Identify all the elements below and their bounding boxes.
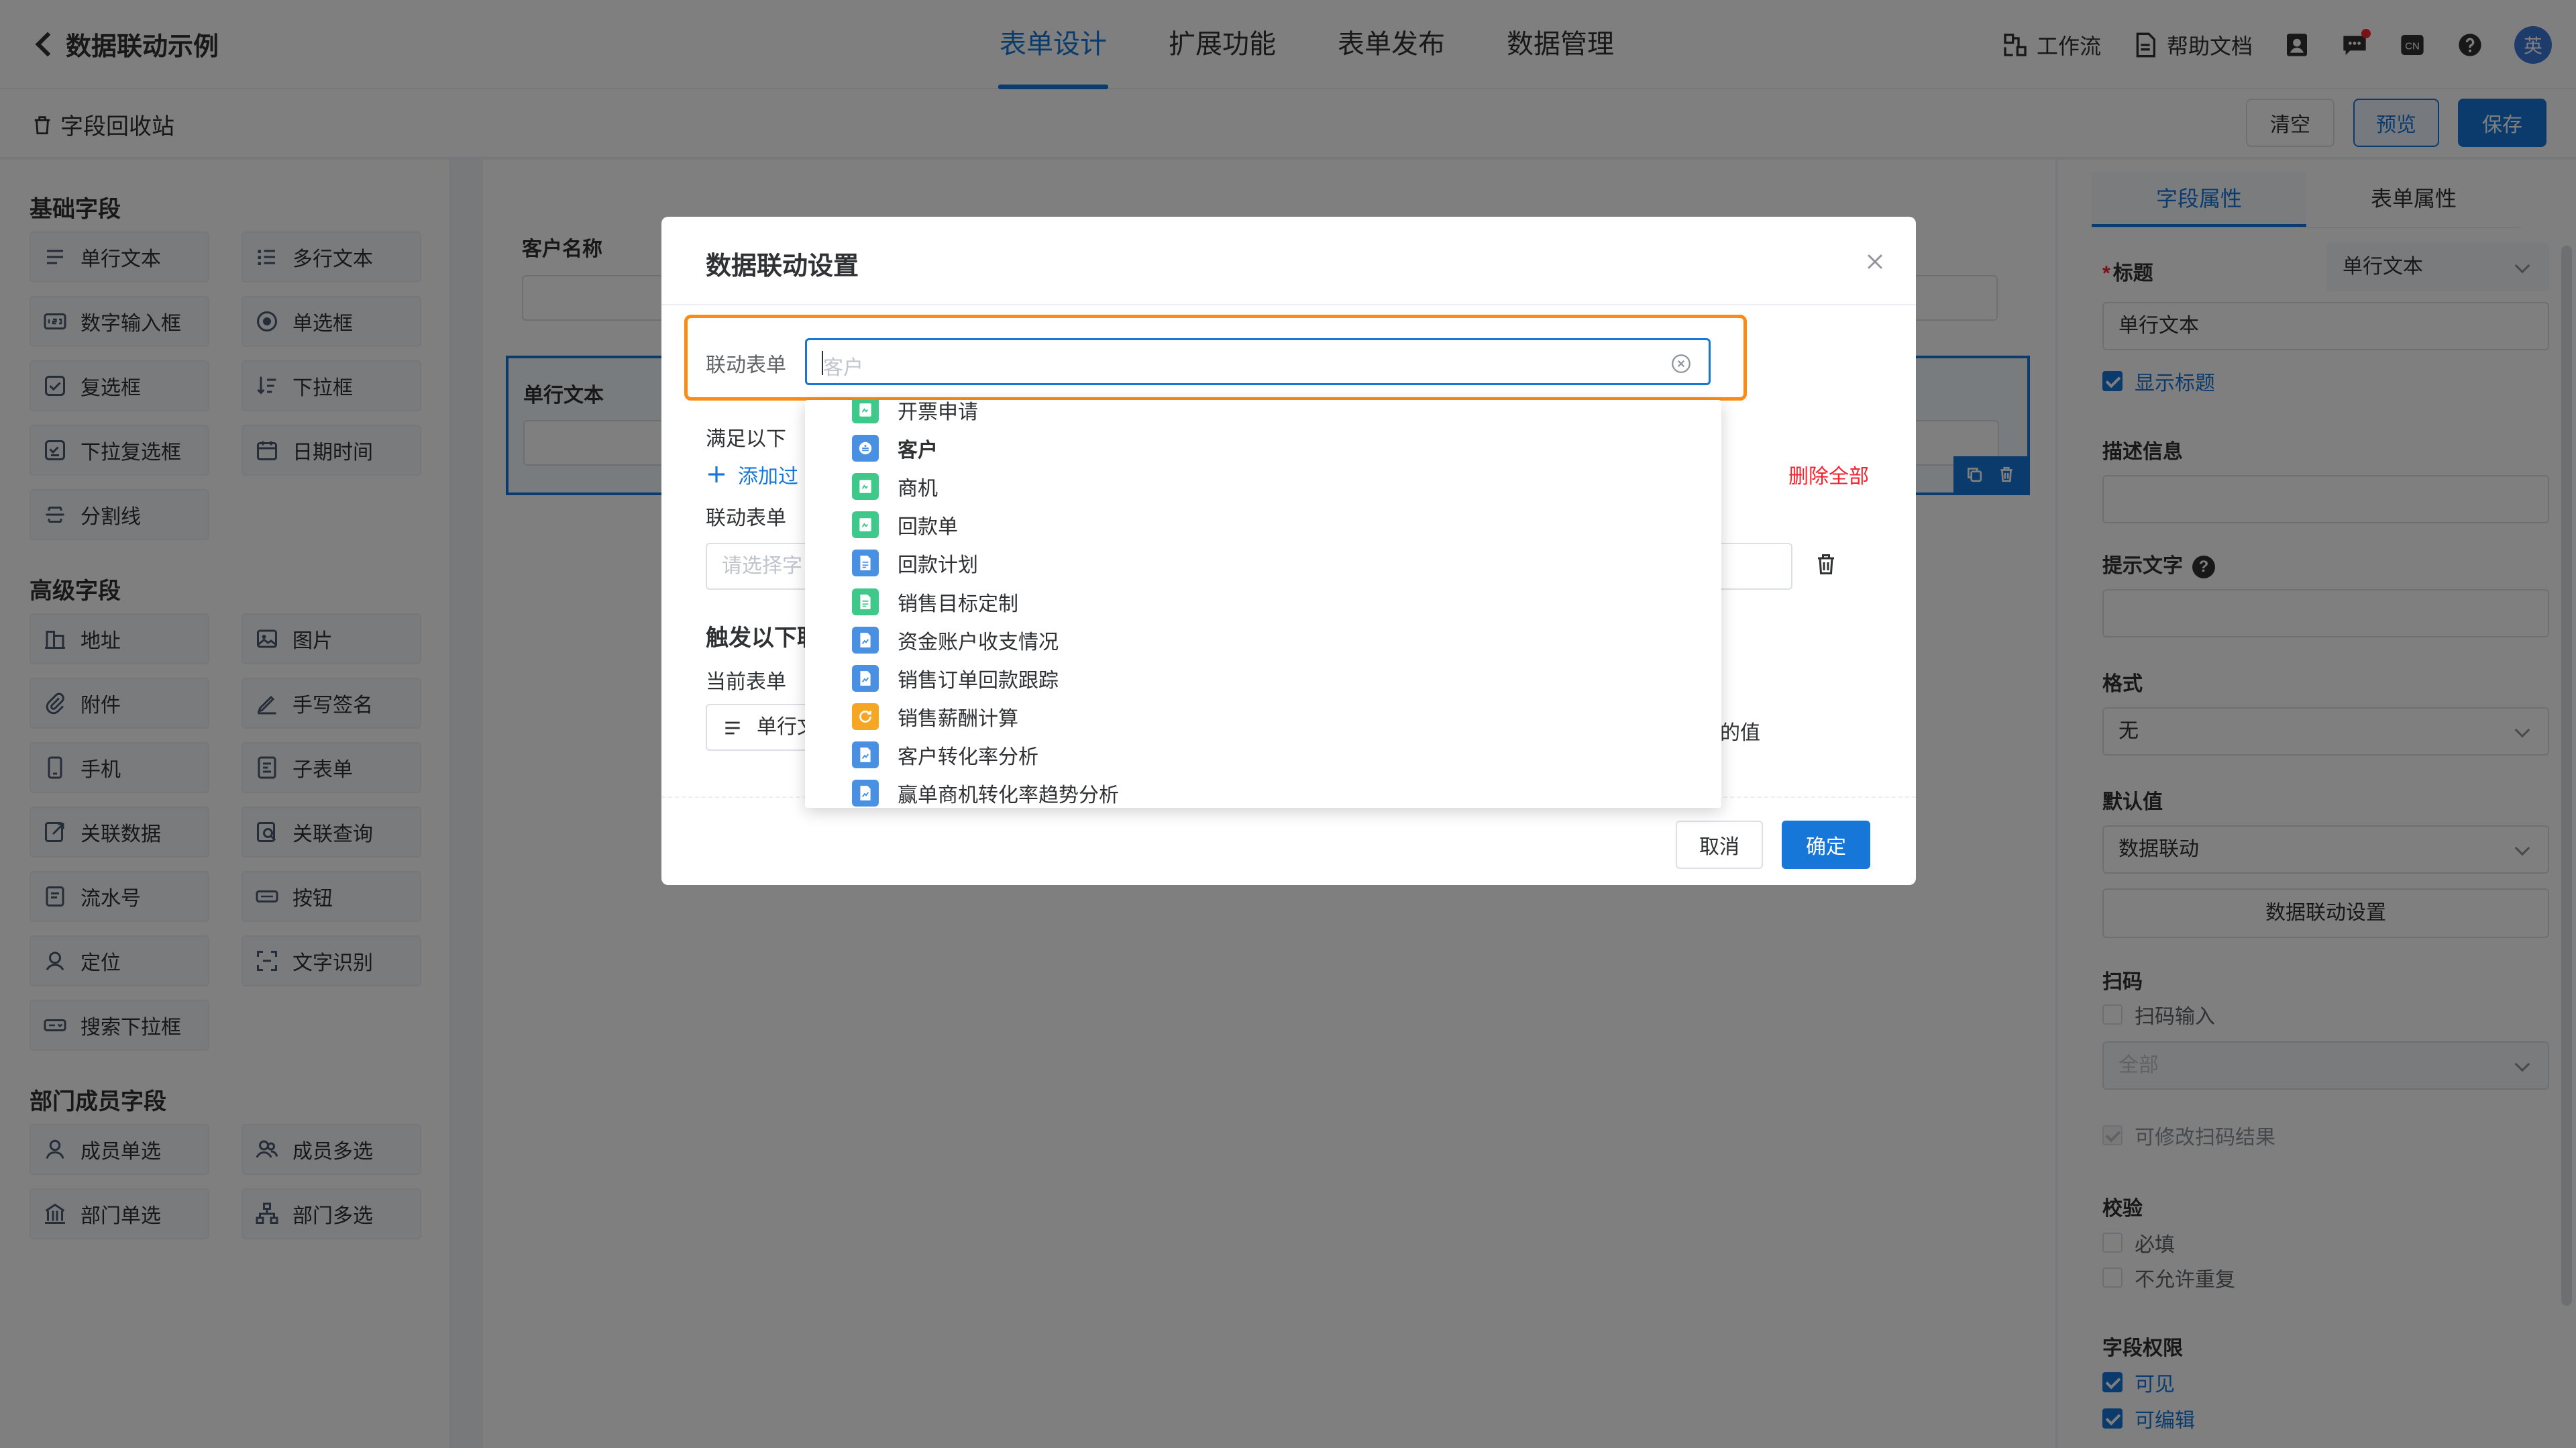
add-filter-button[interactable]: 添加过 — [706, 460, 798, 489]
form-option-label: 销售订单回款跟踪 — [898, 669, 1059, 692]
form-option[interactable]: 客户 — [805, 429, 1721, 467]
form-options-list: 开票申请客户商机回款单回款计划销售目标定制资金账户收支情况 销售订单回款跟踪 销售薪… — [805, 400, 1721, 808]
plus-icon — [708, 466, 724, 482]
close-icon[interactable] — [1864, 250, 1886, 273]
link-form-label: 联动表单 — [706, 354, 786, 376]
report-icon — [852, 780, 879, 807]
form-option-label: 客户 — [898, 439, 938, 462]
form-option-label: 回款计划 — [898, 554, 978, 577]
dialog-title: 数据联动设置 — [706, 252, 859, 280]
form-option[interactable]: 客户转化率分析 — [805, 736, 1721, 774]
link-form-label-2: 联动表单 — [706, 507, 786, 529]
form-option-label: 销售薪酬计算 — [898, 708, 1018, 731]
form-icon — [852, 472, 879, 500]
form-dropdown: 开票申请客户商机回款单回款计划销售目标定制资金账户收支情况 销售订单回款跟踪 销售薪… — [805, 400, 1721, 808]
form-option[interactable]: 赢单商机转化率趋势分析 — [805, 774, 1721, 808]
satisfy-conditions-label: 满足以下 — [706, 428, 786, 450]
form-icon — [852, 400, 879, 423]
trash-icon[interactable] — [1814, 552, 1838, 576]
value-suffix-label: 的值 — [1720, 722, 1760, 744]
single-line-text-icon — [725, 721, 740, 735]
form-option[interactable]: 回款单 — [805, 506, 1721, 544]
form-option-label: 回款单 — [898, 516, 958, 539]
doc-icon — [852, 550, 879, 577]
report-icon — [852, 626, 879, 654]
clear-icon[interactable] — [1670, 352, 1693, 375]
form-option-label: 赢单商机转化率趋势分析 — [898, 784, 1119, 807]
dialog-header-divider — [661, 304, 1916, 305]
form-option-label: 销售目标定制 — [898, 592, 1018, 615]
form-option[interactable]: 商机 — [805, 467, 1721, 505]
form-option[interactable]: 销售订单回款跟踪 — [805, 659, 1721, 697]
form-option[interactable]: 销售薪酬计算 — [805, 698, 1721, 736]
form-option-label: 开票申请 — [898, 401, 978, 423]
form-option[interactable]: 回款计划 — [805, 544, 1721, 582]
form-option[interactable]: 资金账户收支情况 — [805, 621, 1721, 659]
confirm-button[interactable]: 确定 — [1782, 821, 1870, 869]
refresh-icon — [852, 703, 879, 731]
delete-all-button[interactable]: 删除全部 — [1788, 460, 1869, 489]
cancel-button[interactable]: 取消 — [1676, 821, 1763, 869]
form-icon — [852, 511, 879, 539]
text-caret — [822, 351, 823, 375]
customer-icon — [852, 434, 879, 462]
form-option-label: 商机 — [898, 477, 938, 500]
current-form-label: 当前表单 — [706, 671, 786, 693]
link-form-search-input[interactable]: 客户 — [805, 338, 1711, 385]
doc-icon — [852, 588, 879, 615]
search-placeholder: 客户 — [823, 357, 863, 379]
form-option[interactable]: 销售目标定制 — [805, 582, 1721, 621]
report-icon — [852, 664, 879, 692]
form-option-label: 客户转化率分析 — [898, 746, 1038, 769]
form-option[interactable]: 开票申请 — [805, 400, 1721, 429]
report-icon — [852, 741, 879, 769]
trigger-section-title: 触发以下联 — [706, 625, 820, 651]
form-option-label: 资金账户收支情况 — [898, 631, 1059, 654]
